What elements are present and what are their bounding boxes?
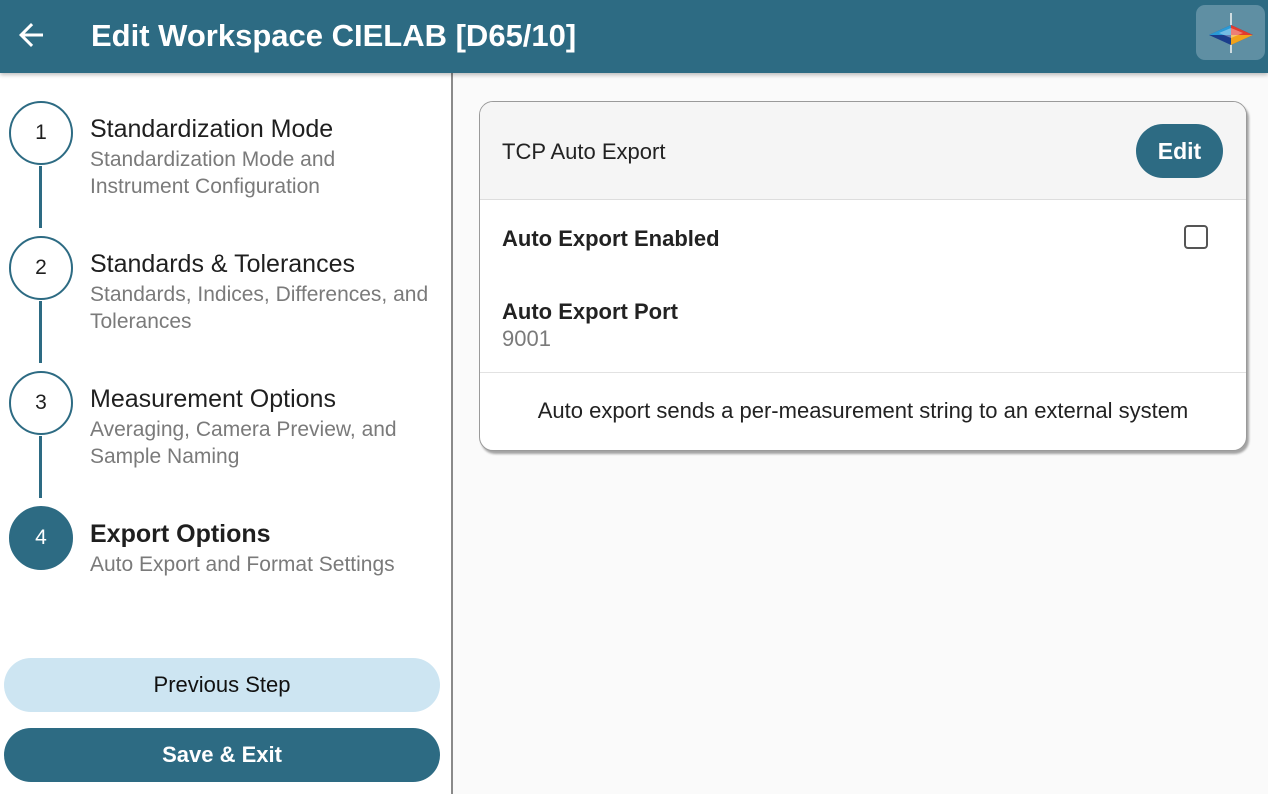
step-standards-tolerances[interactable]: 2 Standards & Tolerances Standards, Indi…	[0, 236, 451, 336]
back-button[interactable]	[8, 12, 54, 58]
arrow-left-icon	[19, 23, 43, 47]
step-subtitle: Standardization Mode and Instrument Conf…	[90, 148, 336, 198]
step-title: Standards & Tolerances	[90, 250, 355, 278]
step-number-circle-active: 4	[9, 506, 73, 570]
auto-export-note: Auto export sends a per-measurement stri…	[537, 398, 1189, 423]
step-number-circle: 2	[9, 236, 73, 300]
auto-export-enabled-checkbox[interactable]	[1184, 225, 1208, 249]
card-header: TCP Auto Export Edit	[480, 102, 1246, 200]
previous-step-button[interactable]: Previous Step	[4, 658, 440, 712]
page-title: Edit Workspace CIELAB [D65/10]	[91, 18, 577, 53]
step-subtitle: Averaging, Camera Preview, and Sample Na…	[90, 418, 397, 468]
step-subtitle: Auto Export and Format Settings	[90, 553, 395, 576]
color-instrument-logo-icon	[1208, 12, 1253, 53]
step-title: Measurement Options	[90, 385, 336, 413]
step-export-options[interactable]: 4 Export Options Auto Export and Format …	[0, 506, 451, 606]
step-title: Export Options	[90, 520, 271, 548]
auto-export-port-label: Auto Export Port	[502, 299, 678, 324]
auto-export-enabled-label: Auto Export Enabled	[502, 226, 720, 251]
panel-divider	[451, 73, 453, 794]
step-number-circle: 1	[9, 101, 73, 165]
save-exit-button[interactable]: Save & Exit	[4, 728, 440, 782]
card-separator	[480, 372, 1246, 373]
step-title: Standardization Mode	[90, 115, 334, 143]
step-measurement-options[interactable]: 3 Measurement Options Averaging, Camera …	[0, 371, 451, 471]
app-logo-button[interactable]	[1196, 5, 1265, 60]
app-header: Edit Workspace CIELAB [D65/10]	[0, 0, 1268, 73]
step-number-circle: 3	[9, 371, 73, 435]
edit-button[interactable]: Edit	[1136, 124, 1223, 178]
step-subtitle: Standards, Indices, Differences, and Tol…	[90, 283, 429, 333]
tcp-auto-export-card: TCP Auto Export Edit Auto Export Enabled…	[479, 101, 1247, 451]
step-standardization-mode[interactable]: 1 Standardization Mode Standardization M…	[0, 101, 451, 201]
card-title: TCP Auto Export	[502, 139, 666, 164]
auto-export-port-value: 9001	[502, 326, 551, 351]
